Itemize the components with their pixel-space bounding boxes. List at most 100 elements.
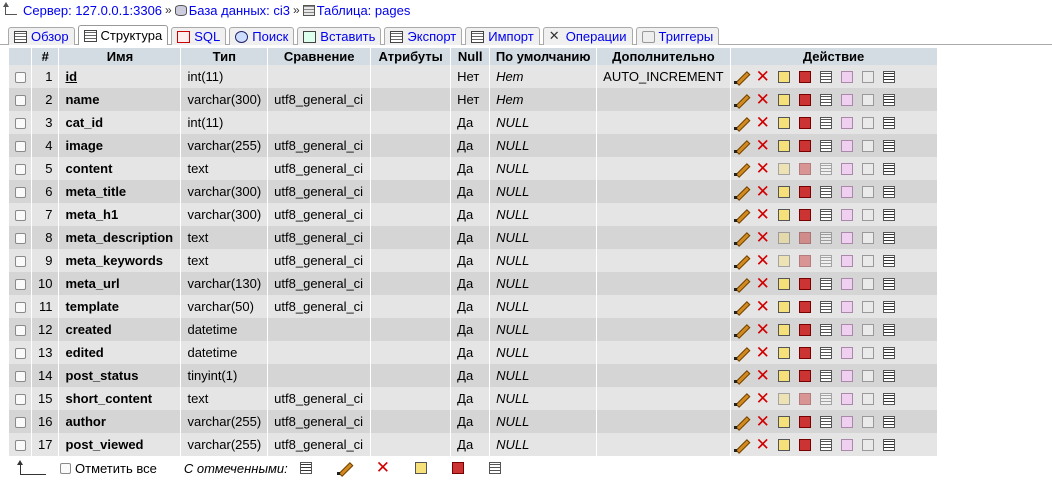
edit-icon[interactable] [733, 70, 748, 84]
tab-3[interactable]: Поиск [229, 27, 295, 45]
primary-key-icon[interactable] [777, 231, 790, 244]
fulltext-icon[interactable] [861, 254, 874, 267]
browse-distinct-icon[interactable] [882, 139, 895, 152]
row-checkbox-input[interactable] [14, 348, 26, 360]
unique-icon[interactable] [798, 254, 811, 267]
fulltext-icon[interactable] [861, 300, 874, 313]
spatial-icon[interactable] [840, 93, 853, 106]
row-checkbox-input[interactable] [14, 233, 26, 245]
drop-icon[interactable] [756, 366, 770, 386]
primary-key-icon[interactable] [777, 277, 790, 290]
browse-distinct-icon[interactable] [882, 346, 895, 359]
index-icon[interactable] [819, 346, 832, 359]
fulltext-icon[interactable] [861, 185, 874, 198]
tab-5[interactable]: Экспорт [384, 27, 463, 45]
field-name[interactable]: meta_description [59, 226, 181, 249]
edit-icon[interactable] [733, 415, 748, 429]
tab-7[interactable]: Операции [542, 27, 633, 45]
header-extra[interactable]: Дополнительно [597, 48, 730, 65]
browse-distinct-icon[interactable] [882, 185, 895, 198]
unique-icon[interactable] [798, 323, 811, 336]
fulltext-icon[interactable] [861, 208, 874, 221]
row-checkbox-input[interactable] [14, 394, 26, 406]
primary-key-icon[interactable] [777, 93, 790, 106]
index-icon[interactable] [819, 185, 832, 198]
drop-icon[interactable] [756, 90, 770, 110]
primary-key-icon[interactable] [777, 392, 790, 405]
row-checkbox[interactable] [9, 295, 31, 318]
drop-icon[interactable] [756, 228, 770, 248]
drop-icon[interactable] [756, 320, 770, 340]
browse-distinct-icon[interactable] [882, 116, 895, 129]
drop-icon[interactable] [756, 159, 770, 179]
spatial-icon[interactable] [840, 369, 853, 382]
edit-icon[interactable] [733, 369, 748, 383]
field-name[interactable]: image [59, 134, 181, 157]
fulltext-icon[interactable] [861, 70, 874, 83]
field-name[interactable]: meta_title [59, 180, 181, 203]
field-name[interactable]: post_viewed [59, 433, 181, 456]
fulltext-icon[interactable] [861, 323, 874, 336]
browse-distinct-icon[interactable] [882, 300, 895, 313]
row-checkbox[interactable] [9, 111, 31, 134]
header-name[interactable]: Имя [59, 48, 181, 65]
breadcrumb-server[interactable]: Сервер: 127.0.0.1:3306 [23, 3, 162, 18]
breadcrumb-table[interactable]: Таблица: pages [317, 3, 411, 18]
spatial-icon[interactable] [840, 346, 853, 359]
edit-icon[interactable] [733, 277, 748, 291]
unique-icon[interactable] [798, 93, 811, 106]
primary-key-icon[interactable] [777, 208, 790, 221]
drop-icon[interactable] [756, 389, 770, 409]
header-default[interactable]: По умолчанию [490, 48, 597, 65]
drop-icon[interactable] [756, 182, 770, 202]
row-checkbox-input[interactable] [14, 72, 26, 84]
field-name[interactable]: meta_keywords [59, 249, 181, 272]
tab-2[interactable]: SQL [171, 27, 227, 45]
primary-key-icon[interactable] [777, 415, 790, 428]
row-checkbox[interactable] [9, 180, 31, 203]
unique-icon[interactable] [798, 231, 811, 244]
row-checkbox[interactable] [9, 157, 31, 180]
row-checkbox-input[interactable] [14, 164, 26, 176]
primary-key-icon[interactable] [777, 369, 790, 382]
primary-key-icon[interactable] [777, 254, 790, 267]
unique-icon[interactable] [798, 162, 811, 175]
spatial-icon[interactable] [840, 139, 853, 152]
spatial-icon[interactable] [840, 323, 853, 336]
check-all-checkbox[interactable] [60, 462, 71, 474]
spatial-icon[interactable] [840, 277, 853, 290]
index-icon[interactable] [819, 116, 832, 129]
index-selected-icon[interactable] [488, 462, 501, 474]
unique-icon[interactable] [798, 70, 811, 83]
field-name[interactable]: template [59, 295, 181, 318]
row-checkbox[interactable] [9, 65, 31, 88]
unique-icon[interactable] [798, 415, 811, 428]
field-name[interactable]: meta_url [59, 272, 181, 295]
browse-distinct-icon[interactable] [882, 93, 895, 106]
primary-key-icon[interactable] [777, 162, 790, 175]
primary-key-icon[interactable] [777, 116, 790, 129]
primary-selected-icon[interactable] [414, 462, 427, 474]
field-name[interactable]: author [59, 410, 181, 433]
unique-icon[interactable] [798, 208, 811, 221]
browse-distinct-icon[interactable] [882, 70, 895, 83]
spatial-icon[interactable] [840, 254, 853, 267]
row-checkbox[interactable] [9, 410, 31, 433]
check-all-label[interactable]: Отметить все [75, 461, 157, 476]
drop-icon[interactable] [756, 67, 770, 87]
row-checkbox[interactable] [9, 387, 31, 410]
fulltext-icon[interactable] [861, 415, 874, 428]
edit-icon[interactable] [733, 438, 748, 452]
browse-distinct-icon[interactable] [882, 438, 895, 451]
browse-distinct-icon[interactable] [882, 162, 895, 175]
index-icon[interactable] [819, 323, 832, 336]
index-icon[interactable] [819, 300, 832, 313]
unique-icon[interactable] [798, 185, 811, 198]
drop-icon[interactable] [756, 251, 770, 271]
drop-icon[interactable] [756, 274, 770, 294]
spatial-icon[interactable] [840, 185, 853, 198]
fulltext-icon[interactable] [861, 116, 874, 129]
edit-icon[interactable] [733, 254, 748, 268]
header-null[interactable]: Null [451, 48, 490, 65]
drop-icon[interactable] [756, 412, 770, 432]
